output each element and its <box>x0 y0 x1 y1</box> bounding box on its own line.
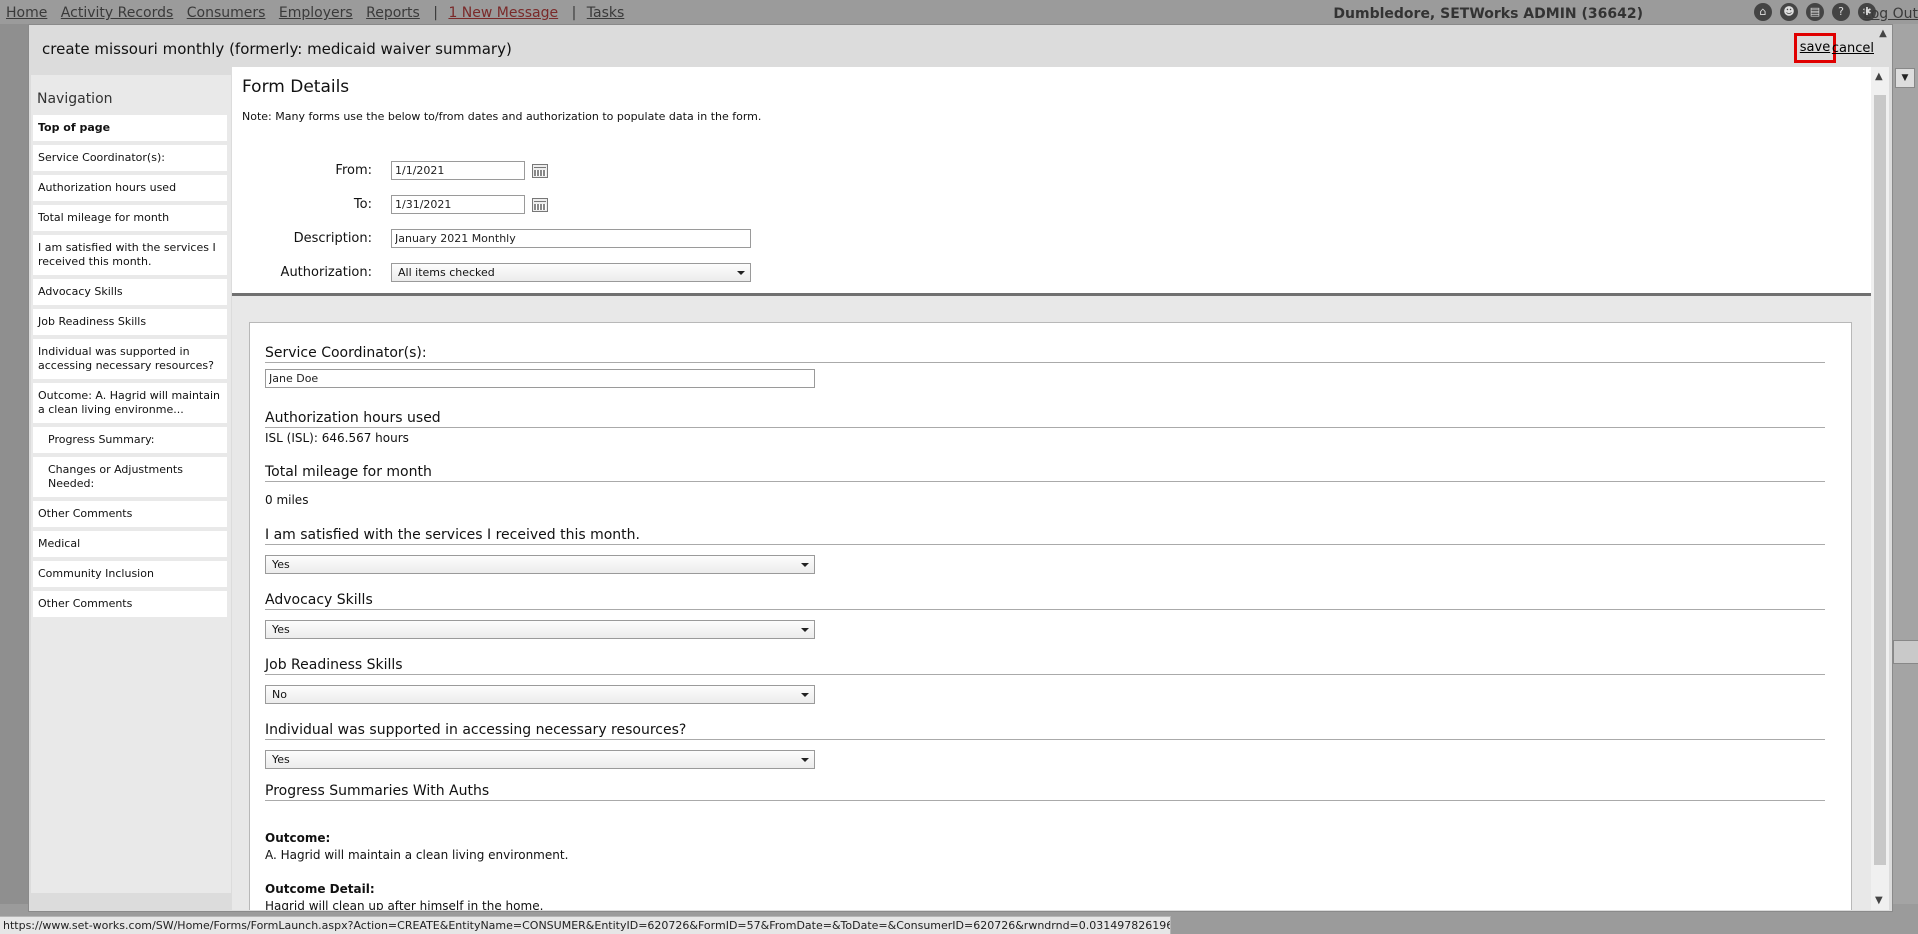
form-note: Note: Many forms use the below to/from d… <box>242 110 762 123</box>
advocacy-select[interactable]: Yes <box>265 620 815 639</box>
auth-hours-heading: Authorization hours used <box>265 410 1825 428</box>
outcome-detail-label: Outcome Detail: <box>265 882 375 896</box>
sidebar-title: Navigation <box>37 91 113 107</box>
background-left-panel <box>0 24 28 904</box>
nav-reports[interactable]: Reports <box>366 5 420 21</box>
job-readiness-select[interactable]: No <box>265 685 815 704</box>
nav-home[interactable]: Home <box>6 5 47 21</box>
background-nav: Home Activity Records Consumers Employer… <box>6 5 633 21</box>
save-button[interactable]: save <box>1794 33 1836 63</box>
scroll-up-icon[interactable]: ▲ <box>1875 71 1883 82</box>
auth-hours-value: ISL (ISL): 646.567 hours <box>265 431 409 445</box>
sidebar-item-changes[interactable]: Changes or Adjustments Needed: <box>33 457 227 497</box>
scroll-up-icon[interactable]: ▲ <box>1877 29 1889 41</box>
sidebar-item-medical[interactable]: Medical <box>33 531 227 557</box>
nav-employers[interactable]: Employers <box>279 5 353 21</box>
sidebar-item-authorization-hours[interactable]: Authorization hours used <box>33 175 227 201</box>
form-sections: Service Coordinator(s): Authorization ho… <box>249 322 1852 910</box>
sidebar-item-satisfied[interactable]: I am satisfied with the services I recei… <box>33 235 227 275</box>
service-coordinator-input[interactable] <box>265 369 815 388</box>
description-label: Description: <box>293 231 372 246</box>
description-input[interactable] <box>391 229 751 248</box>
scrollbar-thumb[interactable] <box>1874 95 1886 865</box>
calendar-icon[interactable] <box>532 164 548 178</box>
nav-tasks[interactable]: Tasks <box>587 5 625 21</box>
mileage-heading: Total mileage for month <box>265 464 1825 482</box>
outcome-label: Outcome: <box>265 831 331 845</box>
job-readiness-heading: Job Readiness Skills <box>265 657 1825 675</box>
authorization-select-value: All items checked <box>398 266 495 279</box>
resources-select-value: Yes <box>272 753 290 766</box>
advocacy-select-value: Yes <box>272 623 290 636</box>
authorization-select[interactable]: All items checked <box>391 263 751 282</box>
form-modal: create missouri monthly (formerly: medic… <box>28 24 1893 912</box>
scroll-down-icon[interactable]: ▼ <box>1875 895 1883 906</box>
outcome-detail-text: Hagrid will clean up after himself in th… <box>265 899 544 910</box>
sidebar-item-service-coordinators[interactable]: Service Coordinator(s): <box>33 145 227 171</box>
nav-separator: | <box>571 5 577 21</box>
background-button <box>1893 640 1918 664</box>
job-readiness-select-value: No <box>272 688 287 701</box>
satisfied-select[interactable]: Yes <box>265 555 815 574</box>
to-date-input[interactable] <box>391 195 525 214</box>
authorization-label: Authorization: <box>280 265 372 280</box>
users-icon[interactable]: ☻ <box>1780 3 1798 21</box>
nav-activity-records[interactable]: Activity Records <box>61 5 173 21</box>
chevron-down-icon <box>801 563 809 567</box>
calendar-icon[interactable] <box>532 198 548 212</box>
logout-link[interactable]: Log Out <box>1863 6 1918 22</box>
from-date-input[interactable] <box>391 161 525 180</box>
sidebar-item-other-comments[interactable]: Other Comments <box>33 501 227 527</box>
satisfied-heading: I am satisfied with the services I recei… <box>265 527 1825 545</box>
sidebar-item-advocacy-skills[interactable]: Advocacy Skills <box>33 279 227 305</box>
modal-title: create missouri monthly (formerly: medic… <box>42 40 512 58</box>
navigation-sidebar: Navigation Top of page Service Coordinat… <box>31 75 231 893</box>
form-content: Form Details Note: Many forms use the be… <box>232 67 1881 910</box>
content-scrollbar[interactable]: ▲ ▼ <box>1871 67 1889 910</box>
outcome-text: A. Hagrid will maintain a clean living e… <box>265 848 569 862</box>
chevron-down-icon <box>801 758 809 762</box>
sidebar-item-outcome[interactable]: Outcome: A. Hagrid will maintain a clean… <box>33 383 227 423</box>
nav-new-message[interactable]: 1 New Message <box>448 5 558 21</box>
progress-heading: Progress Summaries With Auths <box>265 783 1825 801</box>
resources-heading: Individual was supported in accessing ne… <box>265 722 1825 740</box>
to-label: To: <box>353 197 372 212</box>
cancel-button[interactable]: cancel <box>1832 41 1874 56</box>
sidebar-item-job-readiness[interactable]: Job Readiness Skills <box>33 309 227 335</box>
sidebar-item-top-of-page[interactable]: Top of page <box>33 115 227 141</box>
briefcase-icon[interactable]: ▤ <box>1806 3 1824 21</box>
chevron-down-icon <box>801 693 809 697</box>
sidebar-item-community-inclusion[interactable]: Community Inclusion <box>33 561 227 587</box>
help-icon[interactable]: ? <box>1832 3 1850 21</box>
form-details-title: Form Details <box>242 77 350 97</box>
mileage-value: 0 miles <box>265 493 309 507</box>
chevron-down-icon: ▼ <box>1895 68 1915 88</box>
header-icons: ⌂ ☻ ▤ ? ✱ <box>1754 3 1876 21</box>
sidebar-item-other-comments-2[interactable]: Other Comments <box>33 591 227 617</box>
sidebar-item-resources[interactable]: Individual was supported in accessing ne… <box>33 339 227 379</box>
sidebar-item-progress-summary[interactable]: Progress Summary: <box>33 427 227 453</box>
home-icon[interactable]: ⌂ <box>1754 3 1772 21</box>
nav-consumers[interactable]: Consumers <box>187 5 266 21</box>
satisfied-select-value: Yes <box>272 558 290 571</box>
resources-select[interactable]: Yes <box>265 750 815 769</box>
nav-separator: | <box>433 5 438 21</box>
chevron-down-icon <box>801 628 809 632</box>
from-label: From: <box>335 163 372 178</box>
user-name: Dumbledore, SETWorks ADMIN (36642) <box>1333 6 1643 22</box>
sidebar-item-total-mileage[interactable]: Total mileage for month <box>33 205 227 231</box>
status-bar-url: https://www.set-works.com/SW/Home/Forms/… <box>0 916 1171 934</box>
chevron-down-icon <box>737 271 745 275</box>
advocacy-heading: Advocacy Skills <box>265 592 1825 610</box>
background-right-panel: ▼ <box>1893 24 1918 904</box>
service-coordinator-heading: Service Coordinator(s): <box>265 345 1825 363</box>
